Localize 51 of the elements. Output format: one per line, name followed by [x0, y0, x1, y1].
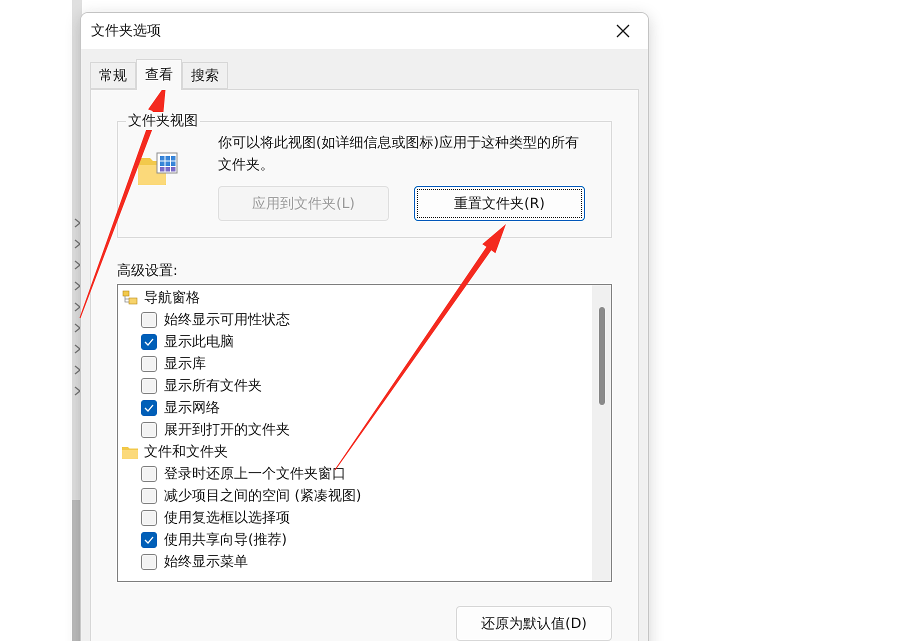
setting-label: 展开到打开的文件夹: [164, 421, 290, 439]
setting-label: 使用共享向导(推荐): [164, 531, 287, 549]
scrollbar[interactable]: [592, 285, 611, 581]
setting-label: 显示所有文件夹: [164, 377, 262, 395]
check-icon: [144, 404, 154, 412]
tab[interactable]: 常规: [90, 62, 136, 89]
chevron-icon: [74, 281, 80, 291]
setting-label: 登录时还原上一个文件夹窗口: [164, 465, 346, 483]
tab[interactable]: 搜索: [182, 62, 228, 89]
chevron-icon: [74, 323, 80, 333]
checkbox[interactable]: [141, 400, 157, 416]
setting-label: 始终显示菜单: [164, 553, 248, 571]
check-icon: [144, 338, 154, 346]
checkbox[interactable]: [141, 532, 157, 548]
group-label: 导航窗格: [144, 289, 200, 307]
setting-label: 显示此电脑: [164, 333, 234, 351]
chevron-icon: [74, 344, 80, 354]
folder-icon: [122, 445, 138, 459]
setting-label: 显示库: [164, 355, 206, 373]
restore-defaults-button[interactable]: 还原为默认值(D): [456, 606, 612, 641]
description-text: 你可以将此视图(如详细信息或图标)应用于这种类型的所有文件夹。: [218, 134, 580, 175]
checkbox[interactable]: [141, 334, 157, 350]
setting-label: 使用复选框以选择项: [164, 509, 290, 527]
setting-label: 始终显示可用性状态: [164, 311, 290, 329]
section-label: 高级设置:: [117, 262, 179, 280]
chevron-icon: [74, 365, 80, 375]
chevron-icon: [74, 302, 80, 312]
chevron-icon: [74, 260, 80, 270]
checkbox[interactable]: [141, 422, 157, 438]
reset-button[interactable]: 重置文件夹(R): [414, 186, 585, 221]
folder-view-icon: [138, 152, 178, 186]
panes-icon: [122, 290, 138, 306]
checkbox[interactable]: [141, 554, 157, 570]
chevron-icon: [74, 218, 80, 228]
window-title: 文件夹选项: [91, 22, 161, 40]
check-icon: [144, 536, 154, 544]
close-icon: [616, 24, 630, 38]
scrollbar-thumb[interactable]: [598, 307, 604, 405]
setting-label: 显示网络: [164, 399, 220, 417]
checkbox[interactable]: [141, 312, 157, 328]
checkbox[interactable]: [141, 488, 157, 504]
setting-label: 减少项目之间的空间 (紧凑视图): [164, 487, 362, 505]
checkbox[interactable]: [141, 356, 157, 372]
group-title: 文件夹视图: [126, 112, 200, 130]
checkbox[interactable]: [141, 466, 157, 482]
checkbox[interactable]: [141, 510, 157, 526]
group-label: 文件和文件夹: [144, 443, 228, 461]
chevron-icon: [74, 386, 80, 396]
tab[interactable]: 查看: [136, 59, 182, 90]
checkbox[interactable]: [141, 378, 157, 394]
chevron-icon: [74, 239, 80, 249]
